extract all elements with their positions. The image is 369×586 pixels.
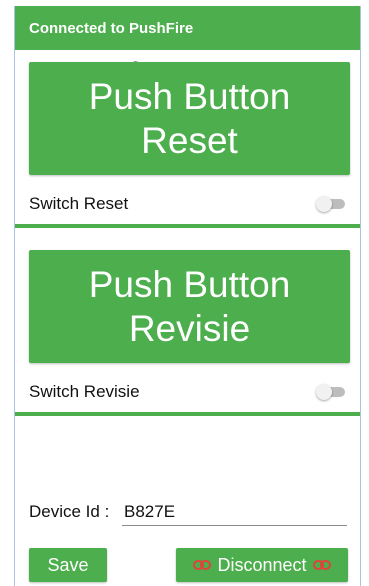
push-button-revisie[interactable]: Push Button Revisie (29, 250, 350, 363)
device-id-label: Device Id : (29, 502, 110, 521)
disconnect-button[interactable]: Disconnect (176, 548, 348, 582)
section-divider (15, 412, 360, 416)
link-icon (193, 559, 212, 571)
switch-reset-label: Switch Reset (29, 194, 129, 213)
switch-reset-row: Switch Reset (29, 190, 346, 218)
switch-thumb (316, 384, 332, 400)
app-window: Connected to PushFire Push Button Reset … (14, 6, 361, 586)
switch-thumb (316, 196, 332, 212)
switch-revisie-label: Switch Revisie (29, 382, 140, 401)
device-id-input[interactable] (122, 498, 347, 526)
push-button-reset[interactable]: Push Button Reset (29, 62, 350, 175)
disconnect-button-label: Disconnect (217, 554, 307, 575)
switch-revisie-toggle[interactable] (316, 384, 346, 400)
switch-revisie-row: Switch Revisie (29, 378, 346, 406)
switch-reset-toggle[interactable] (316, 196, 346, 212)
push-button-reset-label: Push Button Reset (88, 75, 291, 161)
save-button-label: Save (47, 554, 89, 575)
link-icon (312, 559, 331, 571)
section-divider (15, 224, 360, 228)
push-button-revisie-label: Push Button Revisie (88, 263, 291, 349)
save-button[interactable]: Save (29, 548, 107, 582)
title-bar: Connected to PushFire (15, 6, 360, 50)
connection-status-title: Connected to PushFire (29, 19, 194, 37)
